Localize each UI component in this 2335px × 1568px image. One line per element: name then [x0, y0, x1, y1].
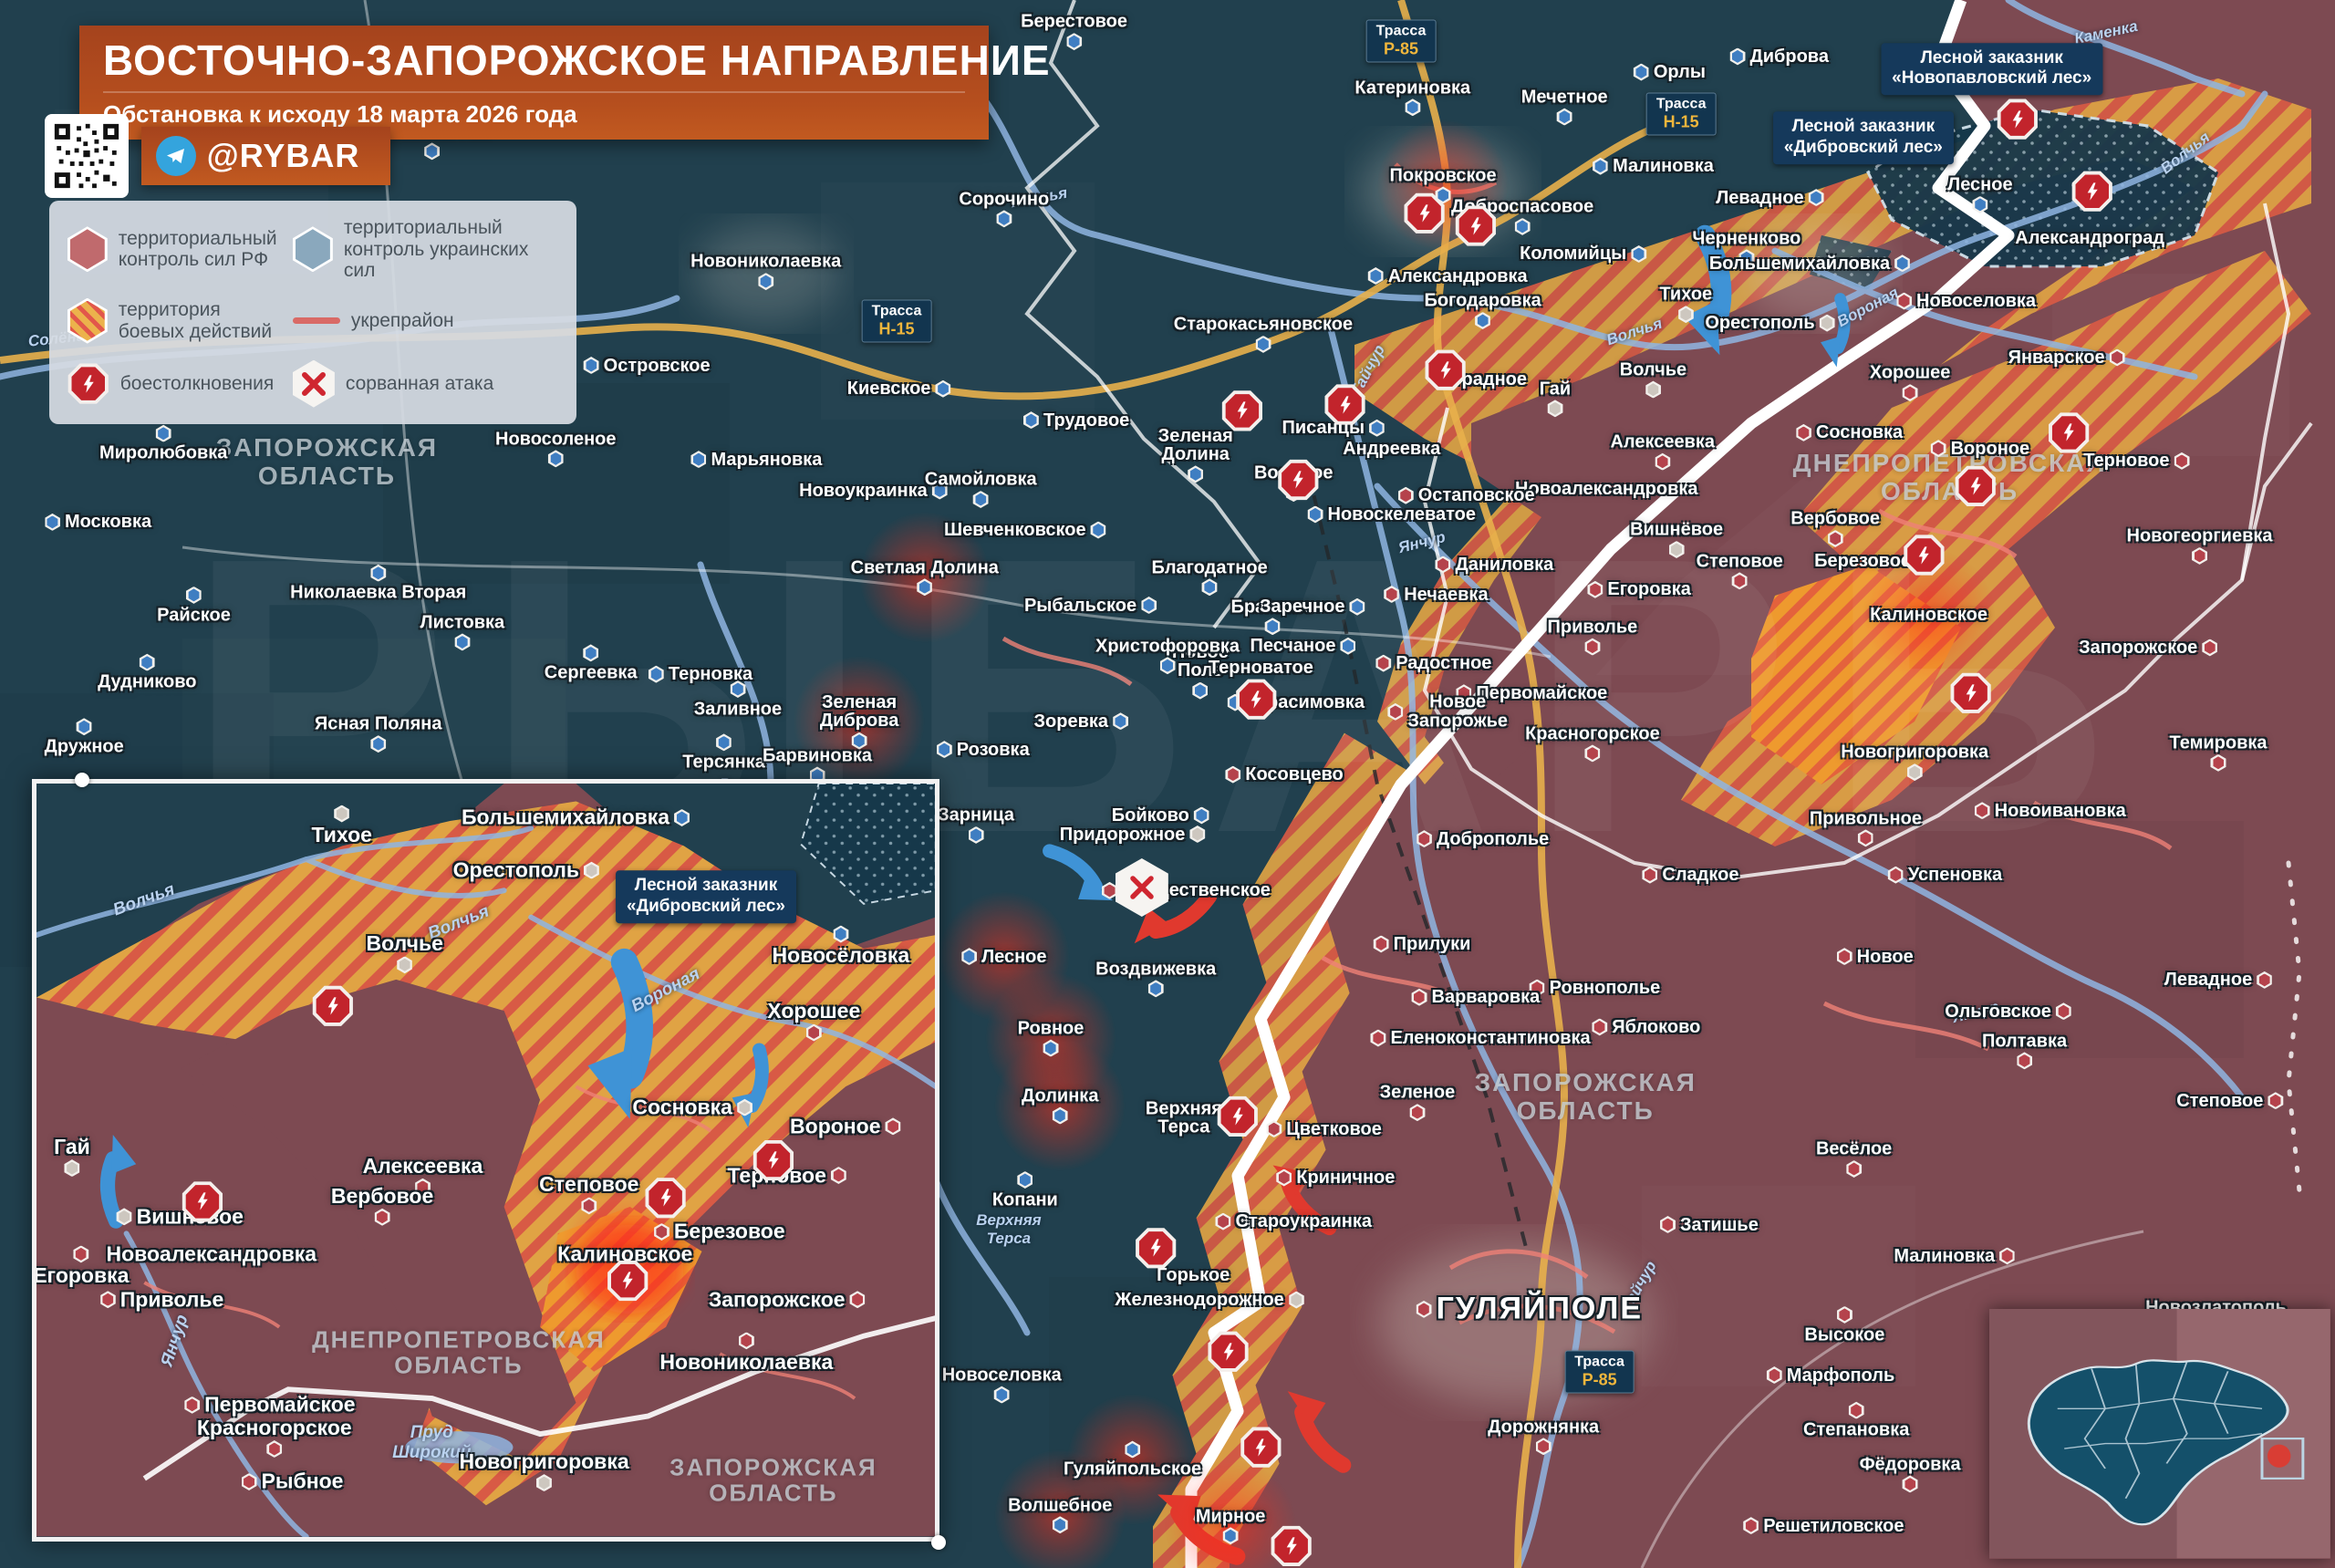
minimap-highlight-spot	[2268, 1445, 2291, 1469]
qr-code	[44, 114, 129, 199]
legend: территориальный контроль сил РФ территор…	[48, 201, 577, 424]
road-badge: Трасса Н-15	[861, 299, 932, 343]
brand-row: @RYBAR	[44, 114, 391, 199]
road-badge: Трасса Р-85	[1365, 19, 1437, 63]
rf-hex-icon	[67, 226, 108, 273]
telegram-icon	[155, 136, 196, 177]
legend-item-ua-control: территориальный контроль украинских сил	[292, 217, 558, 282]
legend-item-rf-control: территориальный контроль сил РФ	[67, 217, 280, 282]
legend-item-failed-attack: сорванная атака	[292, 359, 558, 408]
region-label: ДНЕПРОПЕТРОВСКАЯ ОБЛАСТЬ	[312, 1324, 606, 1379]
map-canvas: РЫБАРЬ ВОСТОЧНО-ЗАПОРОЖСКОЕ НАПРАВЛЕНИЕ …	[0, 0, 2335, 1568]
region-label: ЗАПОРОЖСКАЯ ОБЛАСТЬ	[669, 1453, 877, 1507]
strike-glow	[991, 1036, 1129, 1174]
legend-item-fortified-area: укрепрайон	[292, 298, 558, 344]
ua-hex-icon	[292, 226, 333, 273]
legend-label: территориальный контроль украинских сил	[343, 217, 529, 282]
forest-reserve-badge: Лесной заказник «Дибровский лес»	[1772, 111, 1954, 165]
forest-reserve-badge: Лесной заказник «Дибровский лес»	[616, 870, 796, 923]
region-label: ЗАПОРОЖСКАЯ ОБЛАСТЬ	[215, 433, 439, 491]
rybar-handle: @RYBAR	[206, 137, 360, 175]
inset-map: Тихое Большемихайловка Орестополь Новосёлов…	[31, 779, 940, 1542]
rybar-badge[interactable]: @RYBAR	[140, 127, 391, 186]
combat-hex-icon	[67, 297, 108, 344]
forest-reserve-badge: Лесной заказник «Новопавловский лес»	[1881, 42, 2103, 96]
legend-label: боестолкновения	[119, 372, 275, 394]
failed-attack-icon	[292, 359, 335, 408]
legend-label: территория боевых действий	[118, 299, 273, 342]
fortline-icon	[292, 317, 340, 325]
river-label: Верхняя Терса	[976, 1210, 1042, 1247]
page-title: ВОСТОЧНО-ЗАПОРОЖСКОЕ НАПРАВЛЕНИЕ	[103, 36, 1051, 84]
river-label: Пруд Широкий	[392, 1422, 472, 1462]
legend-label: укрепрайон	[350, 309, 454, 331]
strike-glow	[791, 652, 929, 790]
road-badge: Трасса Р-85	[1564, 1350, 1634, 1394]
legend-label: территориальный контроль сил РФ	[118, 227, 277, 271]
legend-item-combat-zone: территория боевых действий	[67, 297, 280, 344]
region-label: ДНЕПРОПЕТРОВСКАЯ ОБЛАСТЬ	[1792, 449, 2107, 506]
road-badge: Трасса Н-15	[1645, 92, 1717, 136]
clash-icon	[67, 363, 109, 404]
region-label: ЗАПОРОЖСКАЯ ОБЛАСТЬ	[1474, 1068, 1697, 1126]
legend-label: сорванная атака	[345, 372, 494, 394]
legend-item-clashes: боестолкновения	[67, 360, 280, 408]
strike-glow	[856, 508, 993, 646]
ukraine-minimap	[1989, 1309, 2330, 1559]
